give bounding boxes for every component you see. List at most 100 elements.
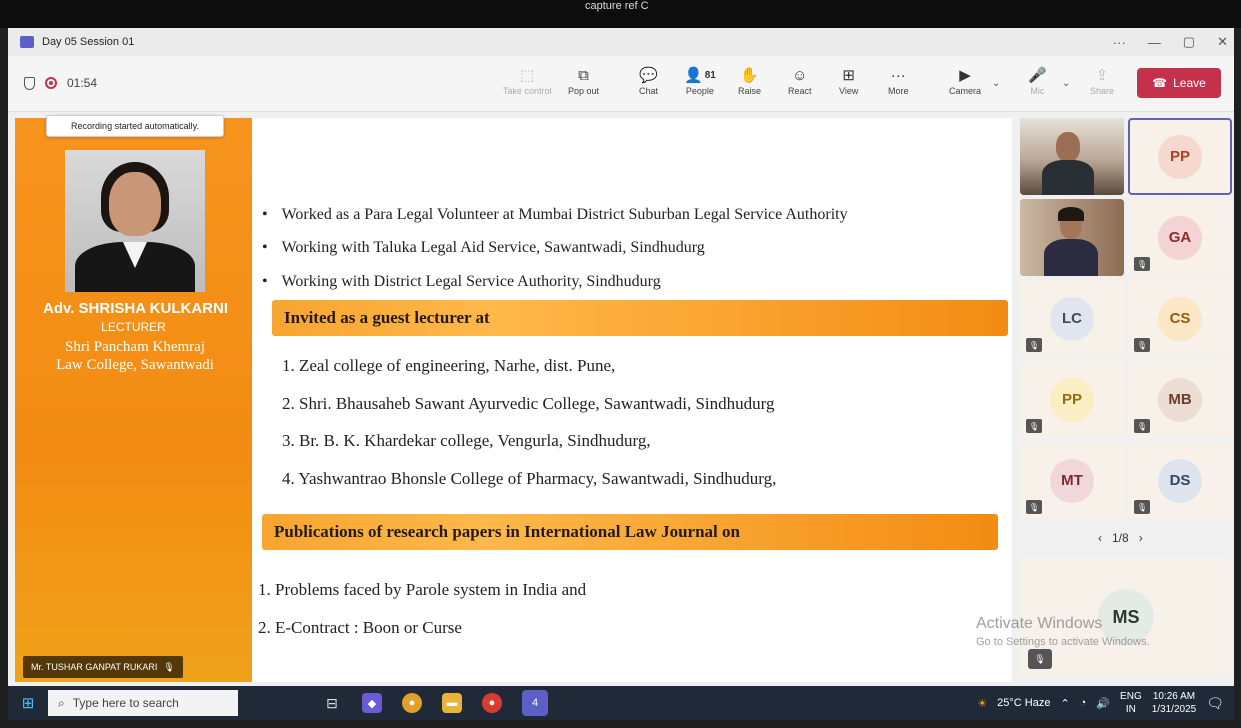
- participant-avatar: PP: [1050, 377, 1094, 422]
- guest-lecturer-heading: Invited as a guest lecturer at: [272, 300, 1008, 336]
- participant-avatar: MT: [1050, 458, 1094, 503]
- meeting-status: 01:54: [24, 76, 97, 90]
- guest-list-item: 4. Yashwantrao Bhonsle College of Pharma…: [282, 469, 777, 488]
- mic-muted-icon: 🎙: [1028, 649, 1052, 669]
- pop-out-icon: ⧉: [578, 66, 589, 84]
- take-control-icon: ⬚: [520, 67, 535, 84]
- tray-chevron-icon[interactable]: ⌃: [1060, 697, 1069, 710]
- raise-hand-button[interactable]: ✋ Raise: [738, 64, 761, 96]
- camera-button[interactable]: ▶ Camera: [949, 64, 981, 96]
- taskbar-search-input[interactable]: ⌕ Type here to search: [48, 690, 238, 716]
- bullet-item: • Worked as a Para Legal Volunteer at Mum…: [262, 206, 848, 223]
- capture-title: capture ref C: [585, 0, 649, 12]
- system-tray: ☀ 25°C Haze ⌃ ◔ 🔊 ENG IN 10:26 AM 1/31/2…: [977, 686, 1224, 720]
- chrome-profile-icon[interactable]: ●: [482, 693, 502, 713]
- participant-avatar: CS: [1158, 296, 1202, 341]
- bullet-item: • Working with Taluka Legal Aid Service, …: [262, 239, 705, 256]
- teams-taskbar-icon[interactable]: 4: [522, 690, 548, 716]
- mic-muted-icon: 🎙: [1026, 419, 1042, 433]
- people-button[interactable]: 👤 81 People: [684, 64, 716, 96]
- participant-tile[interactable]: GA 🎙: [1128, 199, 1232, 276]
- people-count: 81: [704, 69, 716, 81]
- mic-options-chevron-icon[interactable]: ⌄: [1062, 78, 1070, 89]
- camera-options-chevron-icon[interactable]: ⌄: [992, 78, 1000, 89]
- mic-muted-icon: 🎙: [1026, 500, 1042, 514]
- search-icon: ⌕: [58, 695, 65, 710]
- pager-text: 1/8: [1112, 531, 1129, 545]
- pager-prev-icon[interactable]: ‹: [1098, 531, 1102, 545]
- publication-item: 1. Problems faced by Parole system in In…: [258, 580, 587, 599]
- copilot-icon[interactable]: ◆: [362, 693, 382, 713]
- speaker-institution: Shri Pancham Khemraj Law College, Sawant…: [56, 339, 214, 373]
- view-button[interactable]: ⊞ View: [839, 64, 858, 96]
- windows-start-icon[interactable]: ⊞: [8, 686, 48, 720]
- mic-button[interactable]: 🎤 Mic: [1028, 64, 1047, 96]
- smiley-icon: ☺: [792, 66, 808, 84]
- window-titlebar: Day 05 Session 01 ··· — ▢ ✕: [8, 28, 1234, 56]
- take-control-button[interactable]: ⬚ Take control: [503, 64, 552, 96]
- window-controls: ··· — ▢ ✕: [1113, 28, 1228, 56]
- participant-avatar: DS: [1158, 458, 1202, 503]
- chat-button[interactable]: 💬 Chat: [639, 64, 658, 96]
- mic-muted-icon: 🎙: [1026, 338, 1042, 352]
- chrome-icon[interactable]: ●: [402, 693, 422, 713]
- participant-tile[interactable]: PP 🎙: [1020, 361, 1124, 438]
- people-icon: 👤 81: [684, 67, 716, 84]
- participant-tile[interactable]: MT 🎙: [1020, 442, 1124, 519]
- windows-taskbar: ⊞ ⌕ Type here to search ⊟ ◆ ● ▬ ● 4 ☀ 25…: [8, 686, 1234, 720]
- pop-out-button[interactable]: ⧉ Pop out: [568, 64, 599, 97]
- slide-content: • Worked as a Para Legal Volunteer at Mum…: [252, 118, 1012, 682]
- bullet-item: • Working with District Legal Service Aut…: [262, 273, 661, 290]
- close-icon[interactable]: ✕: [1217, 34, 1228, 50]
- task-view-icon[interactable]: ⊟: [322, 693, 342, 713]
- weather-text[interactable]: 25°C Haze: [997, 697, 1050, 709]
- phone-hangup-icon: ☎: [1152, 76, 1168, 90]
- weather-icon: ☀: [977, 697, 988, 710]
- mic-muted-icon: 🎙: [1134, 338, 1150, 352]
- pager-next-icon[interactable]: ›: [1139, 531, 1143, 545]
- participant-avatar: GA: [1158, 215, 1202, 260]
- participant-tile[interactable]: PP: [1128, 118, 1232, 195]
- teams-app-icon: [20, 36, 34, 48]
- recording-tooltip: Recording started automatically.: [46, 115, 224, 137]
- leave-button[interactable]: ☎ Leave: [1137, 68, 1221, 98]
- network-icon[interactable]: ◔: [1080, 697, 1087, 709]
- camera-off-icon: ▶: [959, 67, 971, 84]
- participant-avatar: LC: [1050, 296, 1094, 341]
- language-indicator[interactable]: ENG IN: [1120, 690, 1142, 716]
- restore-icon[interactable]: ▢: [1183, 34, 1195, 50]
- mic-muted-icon: 🎙: [1134, 257, 1150, 271]
- share-button[interactable]: ⇪ Share: [1090, 64, 1114, 96]
- gallery-pager: ‹ 1/8 ›: [1098, 531, 1143, 545]
- participant-avatar: PP: [1158, 134, 1202, 179]
- screen-top-strip: capture ref C: [0, 0, 1241, 28]
- mic-muted-icon: 🎙: [1134, 500, 1150, 514]
- notification-icon[interactable]: 🗨: [1206, 695, 1224, 712]
- shield-icon: [24, 76, 35, 90]
- minimize-icon[interactable]: —: [1148, 35, 1161, 50]
- ellipsis-icon: ···: [890, 66, 906, 84]
- more-options-icon[interactable]: ···: [1113, 35, 1126, 50]
- clock[interactable]: 10:26 AM 1/31/2025: [1152, 690, 1197, 716]
- meeting-stage: Adv. SHRISHA KULKARNI LECTURER Shri Panc…: [8, 112, 1234, 686]
- speaker-name: Adv. SHRISHA KULKARNI: [42, 300, 228, 317]
- more-button[interactable]: ··· More: [888, 64, 909, 97]
- publication-item: 2. E-Contract : Boon or Curse: [258, 618, 462, 637]
- participant-video-tile[interactable]: [1020, 199, 1124, 276]
- publications-heading: Publications of research papers in Inter…: [262, 514, 998, 550]
- participant-tile[interactable]: MB 🎙: [1128, 361, 1232, 438]
- speaker-icon[interactable]: 🔊: [1096, 697, 1110, 710]
- meeting-timer: 01:54: [67, 76, 98, 90]
- file-explorer-icon[interactable]: ▬: [442, 693, 462, 713]
- speaker-role: LECTURER: [101, 320, 166, 334]
- react-button[interactable]: ☺ React: [788, 64, 812, 97]
- teams-badge: 4: [531, 697, 539, 709]
- participant-tile[interactable]: LC 🎙: [1020, 280, 1124, 357]
- participant-tile[interactable]: DS 🎙: [1128, 442, 1232, 519]
- participant-video-tile[interactable]: [1020, 118, 1124, 195]
- window-title: Day 05 Session 01: [42, 36, 135, 48]
- slide-speaker-panel: Adv. SHRISHA KULKARNI LECTURER Shri Panc…: [15, 118, 252, 682]
- mic-muted-icon: 🎙: [163, 661, 175, 672]
- raise-hand-icon: ✋: [740, 67, 759, 84]
- participant-tile[interactable]: CS 🎙: [1128, 280, 1232, 357]
